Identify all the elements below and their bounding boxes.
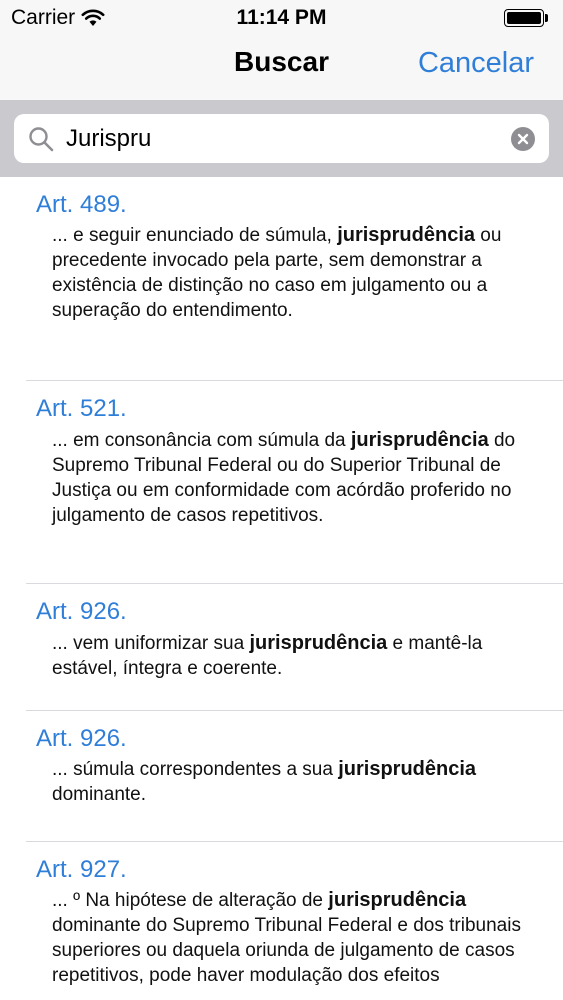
snippet-highlight: jurisprudência bbox=[249, 632, 388, 654]
search-input[interactable] bbox=[66, 123, 496, 155]
clear-icon[interactable] bbox=[511, 127, 535, 151]
snippet-highlight: jurisprudência bbox=[328, 889, 467, 911]
status-bar: Carrier 11:14 PM bbox=[0, 0, 563, 38]
result-item[interactable]: Art. 926. ... vem uniformizar sua jurisp… bbox=[0, 584, 563, 710]
snippet-before: ... súmula correspondentes a sua bbox=[52, 759, 333, 780]
cancel-button[interactable]: Cancelar bbox=[418, 47, 534, 80]
result-title: Art. 521. bbox=[36, 395, 127, 422]
snippet-before: ... º Na hipótese de alteração de bbox=[52, 890, 324, 911]
snippet-highlight: jurisprudência bbox=[338, 758, 477, 780]
snippet-before: ... em consonância com súmula da bbox=[52, 430, 346, 451]
result-title: Art. 926. bbox=[36, 725, 127, 752]
battery-icon bbox=[504, 9, 552, 29]
navigation-bar: Buscar Cancelar bbox=[0, 38, 563, 100]
search-icon bbox=[28, 126, 54, 152]
result-title: Art. 927. bbox=[36, 856, 127, 883]
result-title: Art. 926. bbox=[36, 598, 127, 625]
search-tray bbox=[0, 100, 563, 177]
result-snippet: ... e seguir enunciado de súmula, jurisp… bbox=[52, 223, 522, 323]
results-list: Art. 489. ... e seguir enunciado de súmu… bbox=[0, 177, 563, 1000]
battery-tip bbox=[545, 14, 548, 22]
result-item[interactable]: Art. 926. ... súmula correspondentes a s… bbox=[0, 711, 563, 841]
snippet-before: ... e seguir enunciado de súmula, bbox=[52, 225, 332, 246]
result-item[interactable]: Art. 489. ... e seguir enunciado de súmu… bbox=[0, 177, 563, 380]
battery-body bbox=[504, 9, 544, 27]
result-item[interactable]: Art. 521. ... em consonância com súmula … bbox=[0, 381, 563, 583]
result-item[interactable]: Art. 927. ... º Na hipótese de alteração… bbox=[0, 842, 563, 1000]
search-field[interactable] bbox=[14, 114, 549, 163]
battery-fill bbox=[507, 12, 541, 24]
snippet-before: ... vem uniformizar sua bbox=[52, 633, 245, 654]
result-title: Art. 489. bbox=[36, 191, 127, 218]
result-snippet: ... em consonância com súmula da jurispr… bbox=[52, 428, 522, 528]
result-snippet: ... súmula correspondentes a sua jurispr… bbox=[52, 757, 522, 807]
snippet-highlight: jurisprudência bbox=[337, 224, 475, 246]
status-time: 11:14 PM bbox=[236, 6, 327, 29]
snippet-after: dominante do Supremo Tribunal Federal e … bbox=[52, 915, 521, 986]
snippet-highlight: jurisprudência bbox=[350, 429, 489, 451]
result-snippet: ... vem uniformizar sua jurisprudência e… bbox=[52, 631, 522, 681]
result-snippet: ... º Na hipótese de alteração de jurisp… bbox=[52, 888, 522, 988]
snippet-after: dominante. bbox=[52, 784, 147, 805]
